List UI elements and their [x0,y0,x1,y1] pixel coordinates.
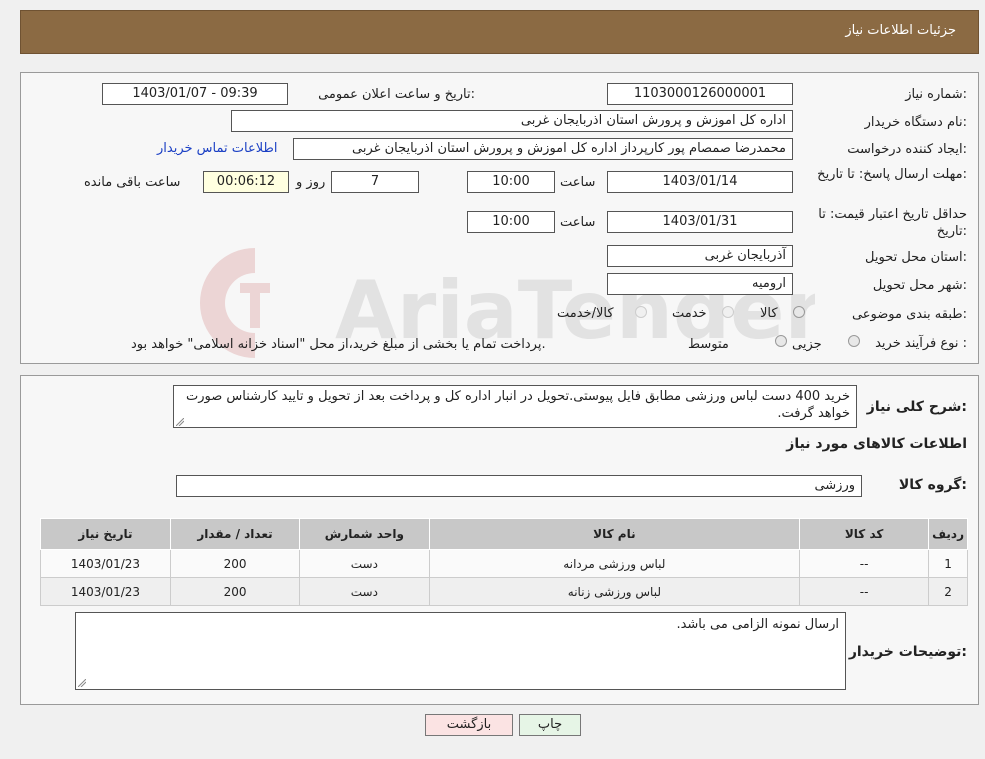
process-radio-minor[interactable] [848,335,860,347]
items-section-title: اطلاعات کالاهای مورد نیاز [786,436,967,452]
cell-date: 1403/01/23 [40,549,171,578]
cell-name: لباس ورزشی مردانه [428,549,801,578]
process-option-medium: متوسط [688,337,729,352]
print-button[interactable]: چاپ [519,714,581,736]
buyer-notes-label: توضیحات خریدار: [848,644,967,660]
col-code: کد کالا [799,518,930,550]
province-label: استان محل تحویل: [865,250,967,265]
col-date: تاریخ نیاز [40,518,171,550]
description-text: خرید 400 دست لباس ورزشی مطابق فایل پیوست… [186,389,850,421]
description-field: خرید 400 دست لباس ورزشی مطابق فایل پیوست… [173,385,857,428]
resize-handle-icon[interactable] [78,679,86,687]
remaining-time-field: 00:06:12 [203,171,289,193]
cell-qty: 200 [169,549,301,578]
col-row: ردیف [928,518,968,550]
cell-row: 2 [928,577,968,606]
validity-time-label: ساعت [560,215,596,230]
city-label: شهر محل تحویل: [872,278,967,293]
deadline-time-field: 10:00 [467,171,555,193]
items-table: ردیف کد کالا نام کالا واحد شمارش تعداد /… [40,518,968,606]
buyer-notes-field: ارسال نمونه الزامی می باشد. [75,612,846,690]
remaining-label: ساعت باقی مانده [84,175,181,190]
province-field: آذربایجان غربی [607,245,793,267]
category-option-goods: کالا [760,306,778,321]
cell-code: -- [799,577,930,606]
category-option-both: کالا/خدمت [557,306,614,321]
cell-code: -- [799,549,930,578]
buyer-org-field: اداره کل اموزش و پرورش استان اذربایجان غ… [231,110,793,132]
deadline-time-label: ساعت [560,175,596,190]
category-radio-service[interactable] [722,306,734,318]
table-row: 2 -- لباس ورزشی زنانه دست 200 1403/01/23 [40,577,968,606]
days-label: روز و [296,175,326,190]
description-label: شرح کلی نیاز: [866,399,967,415]
days-field: 7 [331,171,419,193]
table-row: 1 -- لباس ورزشی مردانه دست 200 1403/01/2… [40,549,968,578]
creator-label: ایجاد کننده درخواست: [847,142,967,157]
need-number-label: شماره نیاز: [905,87,967,102]
page-header: جزئیات اطلاعات نیاز [20,10,979,54]
col-name: نام کالا [428,518,801,550]
validity-time-field: 10:00 [467,211,555,233]
deadline-label: مهلت ارسال پاسخ: تا تاریخ: [817,167,967,182]
deadline-date-field: 1403/01/14 [607,171,793,193]
col-unit: واحد شمارش [299,518,430,550]
need-number-field: 1103000126000001 [607,83,793,105]
cell-name: لباس ورزشی زنانه [428,577,801,606]
resize-handle-icon[interactable] [176,418,184,426]
validity-date-field: 1403/01/31 [607,211,793,233]
announce-field: 1403/01/07 - 09:39 [102,83,288,105]
back-button[interactable]: بازگشت [425,714,513,736]
cell-qty: 200 [169,577,301,606]
buyer-org-label: نام دستگاه خریدار: [864,115,967,130]
category-radio-both[interactable] [635,306,647,318]
buyer-notes-text: ارسال نمونه الزامی می باشد. [676,617,839,632]
validity-label: حداقل تاریخ اعتبار قیمت: تا تاریخ: [818,207,967,239]
category-label: طبقه بندی موضوعی: [851,307,967,322]
buyer-contact-link[interactable]: اطلاعات تماس خریدار [157,141,277,156]
category-option-service: خدمت [672,306,707,321]
process-option-minor: جزیی [792,337,822,352]
announce-label: تاریخ و ساعت اعلان عمومی: [318,87,475,102]
goods-group-field: ورزشی [176,475,862,497]
page-title: جزئیات اطلاعات نیاز [845,23,956,38]
category-radio-goods[interactable] [793,306,805,318]
col-qty: تعداد / مقدار [169,518,301,550]
cell-date: 1403/01/23 [40,577,171,606]
process-radio-medium[interactable] [775,335,787,347]
creator-field: محمدرضا صمصام پور کارپرداز اداره کل اموز… [293,138,793,160]
cell-unit: دست [299,549,430,578]
cell-row: 1 [928,549,968,578]
process-note: پرداخت تمام یا بخشی از مبلغ خرید،از محل … [131,337,546,352]
process-label: نوع فرآیند خرید : [875,336,967,351]
goods-group-label: گروه کالا: [898,477,967,493]
city-field: ارومیه [607,273,793,295]
cell-unit: دست [299,577,430,606]
table-header-row: ردیف کد کالا نام کالا واحد شمارش تعداد /… [40,518,968,550]
